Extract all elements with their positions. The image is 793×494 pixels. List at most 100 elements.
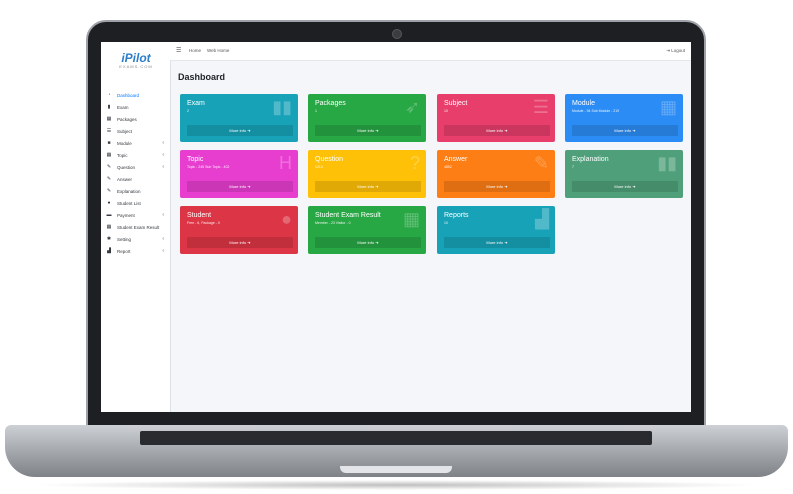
card-reports: Reports 10 ▟ More info ➜ bbox=[437, 206, 555, 254]
more-info-link[interactable]: More info ➜ bbox=[187, 125, 293, 136]
sidebar-item-module[interactable]: ■ Module ‹ bbox=[101, 137, 170, 149]
list-icon: ☰ bbox=[532, 97, 549, 117]
gear-icon: ✱ bbox=[106, 236, 112, 242]
card-title: Subject bbox=[444, 100, 468, 107]
edit-icon: ✎ bbox=[106, 176, 112, 182]
more-info-link[interactable]: More info ➜ bbox=[315, 237, 421, 248]
camera bbox=[392, 29, 402, 39]
card-student: Student Free - 6, Package - 0 ● More info ➜ bbox=[180, 206, 298, 254]
list-icon: ☰ bbox=[106, 128, 112, 134]
sidebar-item-label: Module bbox=[117, 140, 132, 146]
sidebar-item-subject[interactable]: ☰ Subject bbox=[101, 125, 170, 137]
card-title: Answer bbox=[444, 156, 468, 163]
sidebar-item-payment[interactable]: ▬ Payment ‹ bbox=[101, 209, 170, 221]
more-info-link[interactable]: More info ➜ bbox=[315, 181, 421, 192]
card-title: Student Exam Result bbox=[315, 212, 381, 219]
card-count: 1213 bbox=[315, 165, 323, 169]
chart-icon: ▟ bbox=[107, 248, 111, 254]
more-info-link[interactable]: More info ➜ bbox=[444, 237, 550, 248]
menu-icon[interactable]: ☰ bbox=[176, 47, 181, 54]
sidebar-item-label: Dashboard bbox=[117, 92, 140, 98]
card-count: 10 bbox=[444, 109, 448, 113]
card-title: Question bbox=[315, 156, 344, 163]
sidebar-item-topic[interactable]: ▦ Topic ‹ bbox=[101, 149, 170, 161]
sidebar-item-label: Packages bbox=[117, 116, 137, 122]
card-question: Question 1213? More info ➜ bbox=[308, 150, 426, 198]
card-count: 4852 bbox=[444, 165, 452, 169]
rocket-icon: ➶ bbox=[404, 97, 420, 117]
home-link[interactable]: Home bbox=[189, 48, 201, 53]
sidebar-item-label: Student List bbox=[117, 200, 141, 206]
card-count: 2 bbox=[187, 109, 189, 113]
chart-icon: ▟ bbox=[535, 209, 549, 229]
card-count: Free - 6, Package - 0 bbox=[187, 221, 220, 225]
grid-icon: ▦ bbox=[106, 116, 112, 122]
more-info-link[interactable]: More info ➜ bbox=[315, 125, 421, 136]
sidebar-item-question[interactable]: ✎ Question ‹ bbox=[101, 161, 170, 173]
logo-text: iPilot bbox=[121, 51, 151, 65]
sidebar-item-label: Student Exam Result bbox=[117, 224, 160, 230]
table-icon: ▦ bbox=[106, 224, 112, 230]
card-explanation: Explanation 7 ▮▮ More info ➜ bbox=[565, 150, 683, 198]
sidebar-item-student-list[interactable]: ● Student List bbox=[101, 197, 170, 209]
card-title: Explanation bbox=[572, 156, 609, 163]
page-title: Dashboard bbox=[178, 72, 226, 82]
edit-icon: ✎ bbox=[106, 164, 112, 170]
card-title: Module bbox=[572, 100, 595, 107]
sidebar-item-label: Subject bbox=[117, 128, 133, 134]
card-title: Exam bbox=[187, 100, 205, 107]
card-icon: ▬ bbox=[106, 212, 112, 218]
more-info-link[interactable]: More info ➜ bbox=[444, 125, 550, 136]
sidebar-item-label: Setting bbox=[117, 236, 132, 242]
card-count: Member - 23 Visitor - 0 bbox=[315, 221, 351, 225]
logout-link[interactable]: ⇥ Logout bbox=[666, 48, 685, 54]
chevron-left-icon: ‹ bbox=[162, 152, 164, 158]
hospital-icon: H bbox=[279, 153, 292, 173]
sidebar-item-label: Question bbox=[117, 164, 136, 170]
logo-subtext: EXAMS.COM bbox=[119, 64, 153, 69]
more-info-link[interactable]: More info ➜ bbox=[187, 181, 293, 192]
table-icon: ▦ bbox=[659, 97, 677, 117]
card-student-exam-result: Student Exam Result Member - 23 Visitor -… bbox=[308, 206, 426, 254]
more-info-link[interactable]: More info ➜ bbox=[187, 237, 293, 248]
card-count: 7 bbox=[572, 165, 574, 169]
more-info-link[interactable]: More info ➜ bbox=[572, 181, 678, 192]
user-icon: ● bbox=[281, 209, 292, 229]
chevron-left-icon: ‹ bbox=[162, 248, 164, 254]
sidebar-item-report[interactable]: ▟ Report ‹ bbox=[101, 245, 170, 257]
topic-icon: ▦ bbox=[106, 152, 112, 158]
chevron-left-icon: ‹ bbox=[162, 236, 164, 242]
card-packages: Packages 1 ➶ More info ➜ bbox=[308, 94, 426, 142]
book-open-icon: ▮▮ bbox=[657, 153, 677, 173]
chevron-left-icon: ‹ bbox=[162, 164, 164, 170]
card-count: 10 bbox=[444, 221, 448, 225]
screen: iPilot EXAMS.COM ◔ Dashboard ▮ Exam ▦ Package… bbox=[101, 42, 691, 412]
gauge-icon: ◔ bbox=[107, 92, 111, 98]
sidebar-item-student-exam-result[interactable]: ▦ Student Exam Result bbox=[101, 221, 170, 233]
question-icon: ? bbox=[409, 153, 420, 173]
more-info-link[interactable]: More info ➜ bbox=[572, 125, 678, 136]
sidebar-item-label: Payment bbox=[117, 212, 135, 218]
sidebar-item-packages[interactable]: ▦ Packages bbox=[101, 113, 170, 125]
card-count: Module - 94 Sub Module - 219 bbox=[572, 109, 620, 113]
web-home-link[interactable]: Web Home bbox=[207, 48, 229, 53]
card-exam: Exam 2 ▮▮ More info ➜ bbox=[180, 94, 298, 142]
edit-icon: ✎ bbox=[533, 153, 549, 173]
keyboard bbox=[140, 431, 652, 445]
more-info-link[interactable]: More info ➜ bbox=[444, 181, 550, 192]
logo[interactable]: iPilot EXAMS.COM bbox=[109, 52, 163, 69]
sidebar-item-setting[interactable]: ✱ Setting ‹ bbox=[101, 233, 170, 245]
sidebar-item-label: Answer bbox=[117, 176, 133, 182]
sidebar-item-answer[interactable]: ✎ Answer bbox=[101, 173, 170, 185]
sidebar-item-exam[interactable]: ▮ Exam bbox=[101, 101, 170, 113]
card-title: Student bbox=[187, 212, 212, 219]
user-icon: ● bbox=[107, 200, 111, 206]
book-icon: ▮ bbox=[107, 104, 111, 110]
card-title: Topic bbox=[187, 156, 204, 163]
sidebar-item-dashboard[interactable]: ◔ Dashboard bbox=[101, 89, 170, 101]
laptop-notch bbox=[340, 466, 452, 473]
sidebar-item-explanation[interactable]: ✎ Explanation bbox=[101, 185, 170, 197]
sidebar-item-label: Exam bbox=[117, 104, 129, 110]
topbar: ☰ Home Web Home ⇥ Logout bbox=[170, 42, 691, 61]
sidebar: iPilot EXAMS.COM ◔ Dashboard ▮ Exam ▦ Package… bbox=[101, 42, 171, 412]
